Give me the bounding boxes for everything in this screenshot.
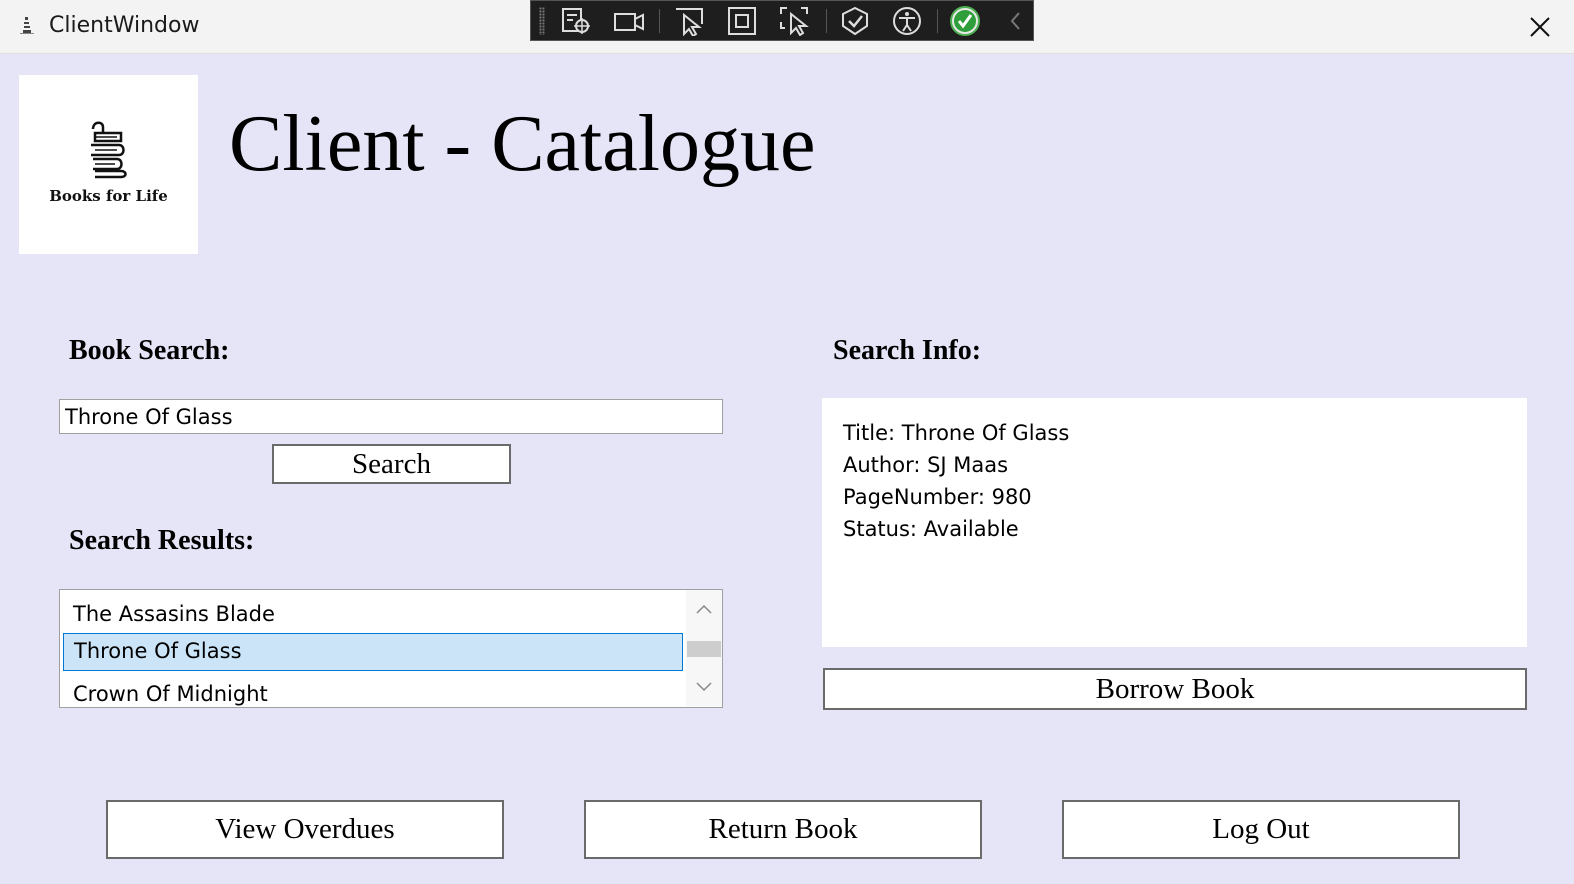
check-icon[interactable] xyxy=(949,6,981,36)
borrow-book-button[interactable]: Borrow Book xyxy=(823,668,1527,710)
book-stack-icon xyxy=(91,121,127,179)
window-title: ClientWindow xyxy=(49,13,200,38)
book-search-label: Book Search: xyxy=(69,335,230,366)
app-icon xyxy=(16,14,40,38)
scroll-down-button[interactable] xyxy=(686,674,722,700)
search-info-panel: Title: Throne Of Glass Author: SJ Maas P… xyxy=(822,398,1527,647)
list-item-selected[interactable]: Throne Of Glass xyxy=(63,633,683,671)
live-visual-tree-icon[interactable] xyxy=(561,6,593,36)
chevron-down-icon xyxy=(696,682,712,692)
page-title: Client - Catalogue xyxy=(229,100,816,188)
log-out-button[interactable]: Log Out xyxy=(1062,800,1460,859)
list-item[interactable]: Crown Of Midnight xyxy=(63,675,683,707)
select-element-icon[interactable] xyxy=(674,6,706,38)
info-page-number: PageNumber: 980 xyxy=(843,485,1032,509)
info-status: Status: Available xyxy=(843,517,1019,541)
display-layout-adorners-icon[interactable] xyxy=(727,6,759,36)
debug-toolbar xyxy=(530,0,1034,41)
track-focus-icon[interactable] xyxy=(779,6,811,37)
video-icon[interactable] xyxy=(613,6,645,36)
scrollbar[interactable] xyxy=(686,590,722,706)
view-overdues-button[interactable]: View Overdues xyxy=(106,800,504,859)
binding-failures-icon[interactable] xyxy=(840,6,872,36)
info-author: Author: SJ Maas xyxy=(843,453,1009,477)
search-results-list[interactable]: The Assasins Blade Throne Of Glass Crown… xyxy=(59,589,723,708)
chevron-up-icon xyxy=(696,604,712,614)
scroll-thumb[interactable] xyxy=(687,641,721,657)
search-input[interactable] xyxy=(59,399,723,434)
search-button[interactable]: Search xyxy=(272,444,511,484)
logo: Books for Life xyxy=(19,75,198,254)
list-item[interactable]: The Assasins Blade xyxy=(63,595,683,633)
close-icon xyxy=(1530,17,1550,37)
search-info-label: Search Info: xyxy=(833,335,982,366)
chevron-left-icon[interactable] xyxy=(1001,6,1033,36)
accessibility-icon[interactable] xyxy=(892,6,924,36)
scroll-up-button[interactable] xyxy=(686,596,722,622)
logo-text: Books for Life xyxy=(49,187,168,205)
info-title: Title: Throne Of Glass xyxy=(843,421,1070,445)
return-book-button[interactable]: Return Book xyxy=(584,800,982,859)
toolbar-grip[interactable] xyxy=(539,7,545,35)
search-results-label: Search Results: xyxy=(69,525,255,556)
close-button[interactable] xyxy=(1506,0,1574,54)
